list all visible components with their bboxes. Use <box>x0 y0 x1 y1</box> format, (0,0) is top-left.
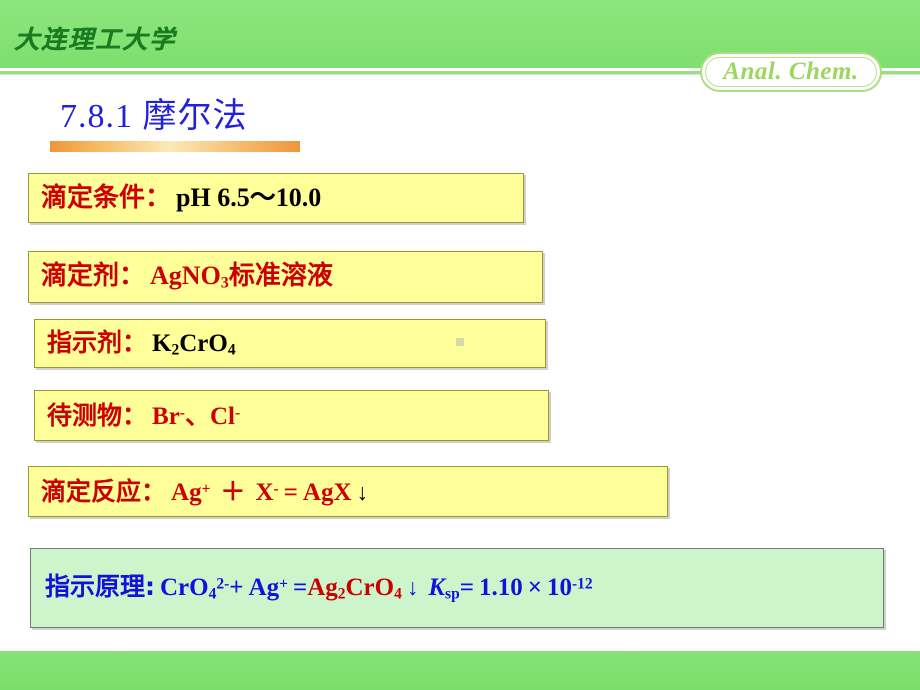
reaction-x-charge: - <box>273 480 279 497</box>
ksp-subscript: sp <box>445 585 460 603</box>
ksp-symbol: K <box>428 574 446 602</box>
precipitate-down-arrow-icon: ↓ <box>406 575 419 601</box>
laser-pointer-dot <box>456 338 464 346</box>
footer-band <box>0 651 920 690</box>
indication-principle-label: 指示原理: <box>45 572 155 602</box>
titration-condition-label: 滴定条件： <box>41 183 172 213</box>
down-arrow-icon: ↓ <box>356 479 369 505</box>
page-title: 7.8.1 摩尔法 <box>60 98 248 135</box>
titration-reaction-label: 滴定反应： <box>41 476 167 506</box>
analyte-ion-1: Br <box>152 402 180 430</box>
ksp-exponent: -12 <box>571 575 593 593</box>
analyte-separator: 、 <box>184 400 210 430</box>
info-box-titration-condition: 滴定条件： pH 6.5～10.0 <box>28 173 524 223</box>
reaction-equals-sign: = <box>283 478 298 506</box>
principle-product-cro-subscript: 4 <box>394 585 402 603</box>
ksp-equals-sign: = <box>459 574 474 602</box>
titrant-text: 滴定剂： AgNO3标准溶液 <box>29 260 333 292</box>
principle-plus-sign: + <box>229 574 244 602</box>
info-box-titration-reaction: 滴定反应： Ag+ ＋ X- = AgX ↓ <box>28 466 668 517</box>
titration-condition-text: 滴定条件： pH 6.5～10.0 <box>29 183 322 213</box>
titrant-label: 滴定剂： <box>41 260 146 291</box>
title-underline-bar <box>50 141 300 152</box>
reaction-ag: Ag <box>171 478 202 506</box>
reaction-ag-charge: + <box>201 480 211 497</box>
course-badge: Anal. Chem. <box>700 52 882 92</box>
indicator-formula-cro: CrO <box>179 329 228 357</box>
reaction-product-agx: AgX <box>302 478 352 506</box>
indicator-formula-cro-subscript: 4 <box>227 340 236 358</box>
info-box-titrant: 滴定剂： AgNO3标准溶液 <box>28 251 543 303</box>
multiply-sign: × <box>527 574 542 602</box>
titration-condition-value: pH 6.5～10.0 <box>176 183 322 212</box>
analyte-label: 待测物： <box>47 400 148 430</box>
course-badge-label: Anal. Chem. <box>723 58 859 85</box>
ksp-value: 1.10 <box>478 574 523 602</box>
principle-cro4: CrO <box>160 574 209 602</box>
indicator-formula-k: K <box>152 329 172 357</box>
analyte-text: 待测物： Br-、Cl- <box>35 403 240 429</box>
info-box-analyte: 待测物： Br-、Cl- <box>34 390 549 441</box>
principle-ag: Ag <box>248 574 280 602</box>
principle-cro4-charge: 2- <box>216 575 230 593</box>
titration-reaction-text: 滴定反应： Ag+ ＋ X- = AgX ↓ <box>29 479 368 505</box>
university-logo: 大连理工大学 <box>14 27 177 54</box>
principle-product-ag-subscript: 2 <box>337 585 346 603</box>
analyte-ion-2-charge: - <box>234 404 241 421</box>
principle-equals-sign: = <box>292 574 308 602</box>
analyte-ion-2: Cl <box>209 402 235 430</box>
principle-product-ag: Ag <box>307 574 338 602</box>
indication-principle-text: 指示原理: CrO42-+ Ag+ =Ag2CrO4 ↓ Ksp= 1.10 × 10-12 <box>31 574 593 602</box>
principle-ag-charge: + <box>279 575 288 593</box>
slide-canvas: 大连理工大学 Anal. Chem. 7.8.1 摩尔法 滴定条件： pH 6.5… <box>0 0 920 690</box>
indicator-text: 指示剂： K2CrO4 <box>35 330 236 358</box>
titrant-formula-base: AgNO <box>150 260 221 290</box>
info-box-indication-principle: 指示原理: CrO42-+ Ag+ =Ag2CrO4 ↓ Ksp= 1.10 × 10-12 <box>30 548 884 628</box>
ksp-base: 10 <box>546 574 572 602</box>
titrant-suffix: 标准溶液 <box>228 260 333 291</box>
reaction-plus-sign: ＋ <box>220 478 246 506</box>
principle-product-cro: CrO <box>345 574 395 602</box>
info-box-indicator: 指示剂： K2CrO4 <box>34 319 546 368</box>
indicator-label: 指示剂： <box>47 327 148 357</box>
titrant-formula-subscript: 3 <box>220 274 229 292</box>
reaction-x: X <box>255 478 274 506</box>
